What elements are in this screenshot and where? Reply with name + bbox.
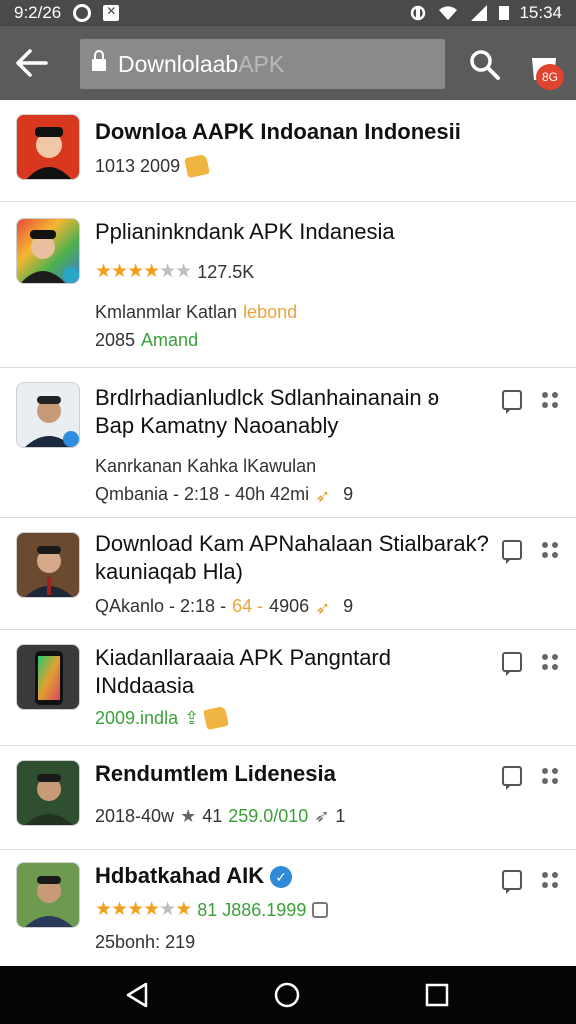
list-item[interactable]: Hdbatkahad AIK ✓ ★★★★★★ 81 J886.1999 25bo…: [0, 850, 576, 966]
app-thumbnail: [16, 382, 80, 448]
notification-icon: [73, 4, 92, 22]
app-meta-accent: 259.0/010: [228, 806, 309, 826]
battery-icon: [499, 6, 510, 20]
results-list: Downloa AAPK Indoanan Indonesii 1013 200…: [0, 100, 576, 966]
message-icon[interactable]: [502, 540, 522, 564]
rating-stars: ★★★★★★: [95, 261, 192, 282]
more-options-icon[interactable]: [542, 392, 558, 408]
nav-home-icon[interactable]: [272, 980, 302, 1010]
search-input[interactable]: Downlolaab APK: [80, 39, 445, 89]
thumbs-up-icon: [184, 153, 210, 179]
list-item[interactable]: Downloa AAPK Indoanan Indonesii 1013 200…: [0, 100, 576, 202]
search-query-text: Downlolaab: [118, 50, 239, 77]
message-icon[interactable]: [502, 390, 522, 414]
more-options-icon[interactable]: [542, 768, 558, 784]
nav-back-icon[interactable]: [122, 980, 152, 1010]
message-icon[interactable]: [502, 870, 522, 894]
app-title: Brdlrhadianludlck Sdlanhainanain ʚ: [95, 385, 439, 410]
rocket-icon: ➶: [315, 598, 331, 618]
app-title: Download Kam APNahalaan Stialbarak?: [95, 531, 489, 556]
app-title: Downloa AAPK Indoanan Indonesii: [95, 119, 461, 144]
app-title-line2: kauniaqab Hla): [95, 559, 243, 584]
list-item[interactable]: Pplianinkndank APK Indanesia ★★★★★★ 127.…: [0, 202, 576, 368]
upload-icon: ⇪: [184, 708, 200, 728]
mail-icon: [103, 4, 120, 21]
app-title-line2: Bap Kamatny Naoanably: [95, 413, 339, 438]
rating-count: 127.5K: [197, 262, 255, 282]
message-icon[interactable]: [502, 766, 522, 790]
app-title: Kiadanllaraaia APK Pangntard: [95, 645, 391, 670]
app-title: Pplianinkndank APK Indanesia: [95, 219, 395, 244]
nav-recents-icon[interactable]: [422, 980, 452, 1010]
app-meta: QAkanlo - 2:18 -: [95, 596, 227, 616]
list-item[interactable]: Rendumtlem Lidenesia 2018-40w ★ 41 259.0…: [0, 746, 576, 850]
wifi-icon: [439, 6, 458, 21]
rating-stars: ★★★★★★: [95, 899, 192, 920]
app-meta-count: 9: [343, 484, 354, 504]
more-options-icon[interactable]: [542, 872, 558, 888]
app-thumbnail: [16, 218, 80, 284]
app-thumbnail: [16, 760, 80, 826]
app-meta: 2009.indla: [95, 708, 179, 728]
verified-icon: ✓: [270, 866, 293, 889]
app-thumbnail: [16, 532, 80, 598]
rocket-icon: ➶: [314, 806, 330, 826]
signal-icon: [471, 5, 488, 21]
list-item[interactable]: Download Kam APNahalaan Stialbarak? kaun…: [0, 518, 576, 630]
back-arrow-icon[interactable]: [14, 46, 50, 80]
app-description: 25bonh: 219: [95, 932, 196, 952]
more-options-icon[interactable]: [542, 542, 558, 558]
app-meta: Qmbania - 2:18 - 40h 42mi: [95, 484, 310, 504]
app-description: Kmlanmlar Katlan: [95, 302, 238, 322]
status-time: 15:34: [519, 3, 562, 22]
app-meta-count: 1: [335, 806, 346, 826]
app-thumbnail: [16, 114, 80, 180]
app-description-accent: lebond: [243, 302, 298, 322]
app-meta-accent: 64 -: [232, 596, 264, 616]
app-meta: 2018-40w: [95, 806, 175, 826]
app-title: Rendumtlem Lidenesia: [95, 761, 336, 786]
app-meta-num: 41: [202, 806, 223, 826]
cart-badge: 8G: [536, 64, 564, 90]
navigation-bar: [0, 966, 576, 1024]
thumbs-up-icon: [203, 705, 230, 731]
app-meta-tail: 4906: [269, 596, 310, 616]
message-icon[interactable]: [502, 652, 522, 676]
app-year: 2085: [95, 330, 136, 350]
app-title-line2: INddaasia: [95, 673, 195, 698]
status-left-text: 9:2/26: [14, 3, 62, 22]
app-meta-accent: 81 J886.1999: [197, 900, 307, 920]
app-bar: Downlolaab APK 8G: [0, 26, 576, 100]
list-item[interactable]: Kiadanllaraaia APK Pangntard INddaasia 2…: [0, 630, 576, 746]
app-meta-count: 9: [343, 596, 354, 616]
more-options-icon[interactable]: [542, 654, 558, 670]
star-icon: ★: [180, 806, 197, 826]
app-tag: Amand: [141, 330, 199, 350]
badge-icon: [312, 902, 329, 918]
app-thumbnail: [16, 644, 80, 710]
rocket-icon: ➶: [315, 486, 331, 506]
search-icon[interactable]: [468, 48, 502, 82]
status-bar: 9:2/26 15:34: [0, 0, 576, 26]
app-meta: 1013 2009: [95, 156, 181, 176]
app-title: Hdbatkahad AIK ✓: [95, 862, 490, 890]
app-description: Kanrkanan Kahka lKawulan: [95, 456, 317, 476]
search-query-ghost: APK: [238, 50, 285, 77]
app-thumbnail: [16, 862, 80, 928]
lock-icon: [92, 50, 106, 72]
vibrate-icon: [411, 5, 426, 21]
list-item[interactable]: Brdlrhadianludlck Sdlanhainanain ʚ Bap K…: [0, 368, 576, 518]
